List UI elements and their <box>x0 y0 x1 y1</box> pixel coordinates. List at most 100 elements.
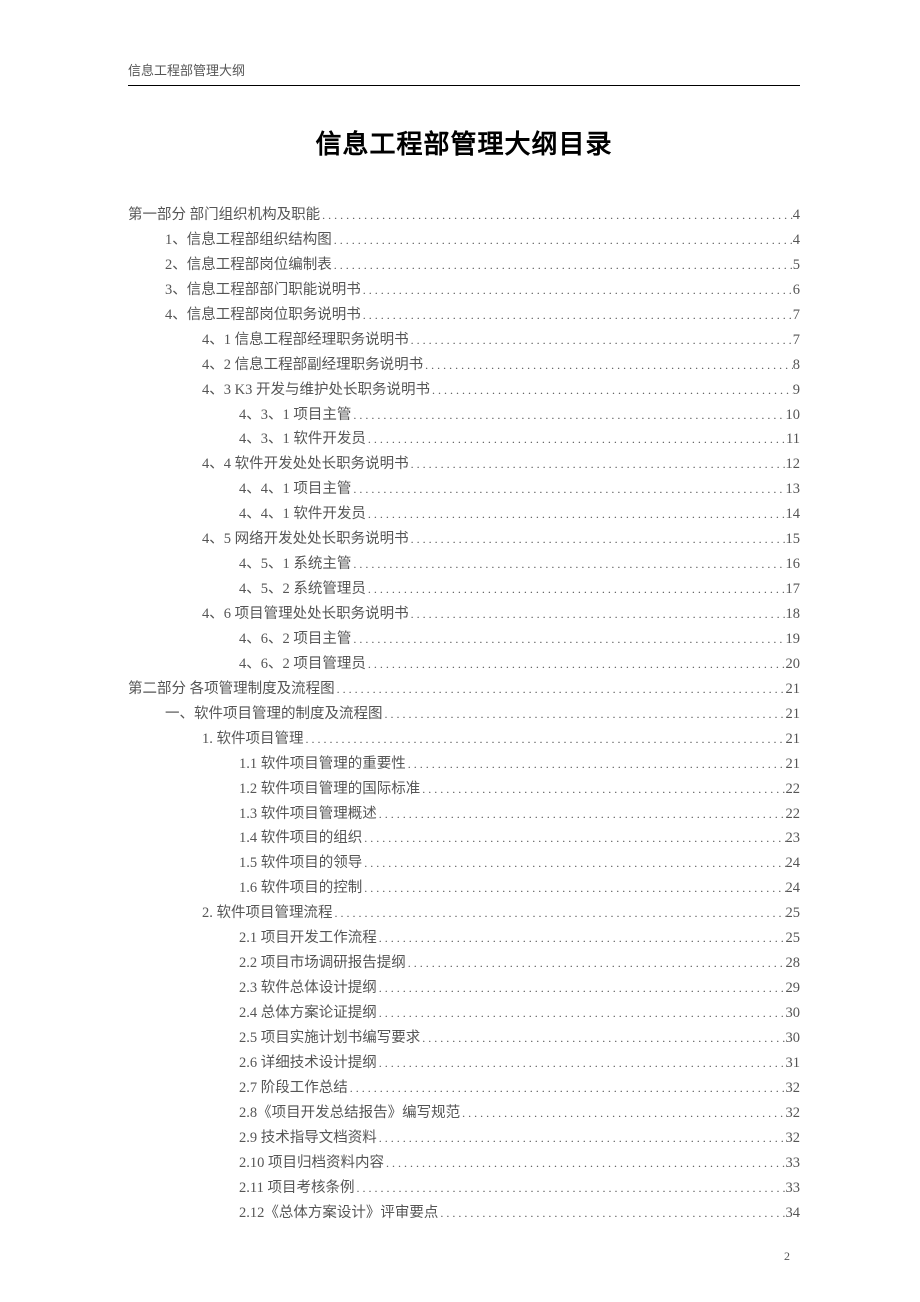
toc-label: 4、信息工程部岗位职务说明书 <box>165 303 361 328</box>
toc-label: 4、1 信息工程部经理职务说明书 <box>202 328 409 353</box>
toc-page-number: 24 <box>786 876 801 901</box>
toc-label: 1.6 软件项目的控制 <box>239 876 362 901</box>
toc-page-number: 22 <box>786 777 801 802</box>
toc-leader-dots <box>361 280 793 301</box>
toc-leader-dots <box>377 928 786 949</box>
toc-page-number: 11 <box>786 427 800 452</box>
toc-entry: 2.11 项目考核条例33 <box>128 1176 800 1201</box>
toc-page-number: 33 <box>786 1151 801 1176</box>
toc-leader-dots <box>423 355 793 376</box>
toc-label: 2.4 总体方案论证提纲 <box>239 1001 377 1026</box>
toc-label: 2.7 阶段工作总结 <box>239 1076 348 1101</box>
toc-leader-dots <box>377 1128 786 1149</box>
toc-label: 4、6、2 项目主管 <box>239 627 351 652</box>
toc-page-number: 22 <box>786 802 801 827</box>
toc-label: 第一部分 部门组织机构及职能 <box>128 203 320 228</box>
toc-label: 2.2 项目市场调研报告提纲 <box>239 951 406 976</box>
toc-leader-dots <box>333 903 786 924</box>
toc-entry: 4、1 信息工程部经理职务说明书7 <box>128 328 800 353</box>
toc-leader-dots <box>304 729 786 750</box>
toc-entry: 1.1 软件项目管理的重要性21 <box>128 752 800 777</box>
toc-leader-dots <box>409 529 786 550</box>
toc-page-number: 30 <box>786 1026 801 1051</box>
toc-leader-dots <box>438 1203 785 1224</box>
toc-entry: 2.5 项目实施计划书编写要求 30 <box>128 1026 800 1051</box>
toc-leader-dots <box>409 330 793 351</box>
toc-entry: 一、软件项目管理的制度及流程图21 <box>128 702 800 727</box>
toc-label: 4、5 网络开发处处长职务说明书 <box>202 527 409 552</box>
toc-leader-dots <box>332 230 793 251</box>
toc-entry: 1.2 软件项目管理的国际标准 22 <box>128 777 800 802</box>
toc-label: 1、信息工程部组织结构图 <box>165 228 332 253</box>
toc-page-number: 5 <box>793 253 800 278</box>
toc-label: 第二部分 各项管理制度及流程图 <box>128 677 335 702</box>
toc-entry: 4、2 信息工程部副经理职务说明书8 <box>128 353 800 378</box>
toc-label: 2.1 项目开发工作流程 <box>239 926 377 951</box>
toc-label: 1.2 软件项目管理的国际标准 <box>239 777 420 802</box>
toc-entry: 4、4 软件开发处处长职务说明书12 <box>128 452 800 477</box>
toc-page-number: 24 <box>786 851 801 876</box>
toc-leader-dots <box>335 679 786 700</box>
toc-page-number: 32 <box>786 1101 801 1126</box>
toc-page-number: 19 <box>786 627 801 652</box>
table-of-contents: 第一部分 部门组织机构及职能41、信息工程部组织结构图42、信息工程部岗位编制表… <box>128 203 800 1225</box>
toc-label: 2.12《总体方案设计》评审要点 <box>239 1201 438 1226</box>
toc-label: 2. 软件项目管理流程 <box>202 901 333 926</box>
page-number: 2 <box>784 1249 790 1264</box>
toc-label: 2.8《项目开发总结报告》编写规范 <box>239 1101 460 1126</box>
toc-page-number: 25 <box>786 901 801 926</box>
toc-entry: 2.1 项目开发工作流程25 <box>128 926 800 951</box>
toc-entry: 1.4 软件项目的组织23 <box>128 826 800 851</box>
toc-leader-dots <box>320 205 793 226</box>
toc-leader-dots <box>354 1178 785 1199</box>
toc-label: 4、3 K3 开发与维护处长职务说明书 <box>202 378 430 403</box>
toc-label: 4、4、1 项目主管 <box>239 477 351 502</box>
toc-label: 4、3、1 软件开发员 <box>239 427 366 452</box>
toc-leader-dots <box>377 978 786 999</box>
toc-leader-dots <box>377 1003 786 1024</box>
toc-label: 2.6 详细技术设计提纲 <box>239 1051 377 1076</box>
toc-label: 2.5 项目实施计划书编写要求 <box>239 1026 420 1051</box>
toc-leader-dots <box>377 1053 786 1074</box>
toc-leader-dots <box>348 1078 786 1099</box>
document-title: 信息工程部管理大纲目录 <box>128 124 800 161</box>
toc-page-number: 34 <box>786 1201 801 1226</box>
toc-label: 2.10 项目归档资料内容 <box>239 1151 384 1176</box>
toc-leader-dots <box>366 579 786 600</box>
toc-page-number: 7 <box>793 303 800 328</box>
toc-page-number: 33 <box>786 1176 801 1201</box>
toc-label: 4、5、1 系统主管 <box>239 552 351 577</box>
toc-page-number: 28 <box>786 951 801 976</box>
toc-leader-dots <box>383 704 786 725</box>
toc-leader-dots <box>460 1103 785 1124</box>
toc-page-number: 15 <box>786 527 801 552</box>
toc-entry: 2.6 详细技术设计提纲31 <box>128 1051 800 1076</box>
toc-label: 1.4 软件项目的组织 <box>239 826 362 851</box>
toc-leader-dots <box>409 454 786 475</box>
toc-label: 2.9 技术指导文档资料 <box>239 1126 377 1151</box>
toc-entry: 4、4、1 软件开发员14 <box>128 502 800 527</box>
toc-label: 3、信息工程部部门职能说明书 <box>165 278 361 303</box>
toc-page-number: 9 <box>793 378 800 403</box>
toc-leader-dots <box>351 554 785 575</box>
toc-leader-dots <box>430 380 793 401</box>
toc-entry: 2.12《总体方案设计》评审要点 34 <box>128 1201 800 1226</box>
toc-label: 4、5、2 系统管理员 <box>239 577 366 602</box>
toc-entry: 4、3、1 软件开发员 11 <box>128 427 800 452</box>
toc-label: 4、6 项目管理处处长职务说明书 <box>202 602 409 627</box>
toc-leader-dots <box>409 604 786 625</box>
toc-page-number: 21 <box>786 752 801 777</box>
toc-leader-dots <box>332 255 793 276</box>
toc-leader-dots <box>406 754 786 775</box>
toc-page-number: 18 <box>786 602 801 627</box>
toc-leader-dots <box>366 654 786 675</box>
toc-entry: 4、4、1 项目主管13 <box>128 477 800 502</box>
toc-page-number: 21 <box>786 702 801 727</box>
toc-leader-dots <box>362 853 785 874</box>
toc-page-number: 21 <box>786 727 801 752</box>
toc-label: 1.3 软件项目管理概述 <box>239 802 377 827</box>
toc-entry: 1.6 软件项目的控制 24 <box>128 876 800 901</box>
toc-entry: 4、5、2 系统管理员17 <box>128 577 800 602</box>
toc-leader-dots <box>362 878 785 899</box>
toc-entry: 第二部分 各项管理制度及流程图21 <box>128 677 800 702</box>
